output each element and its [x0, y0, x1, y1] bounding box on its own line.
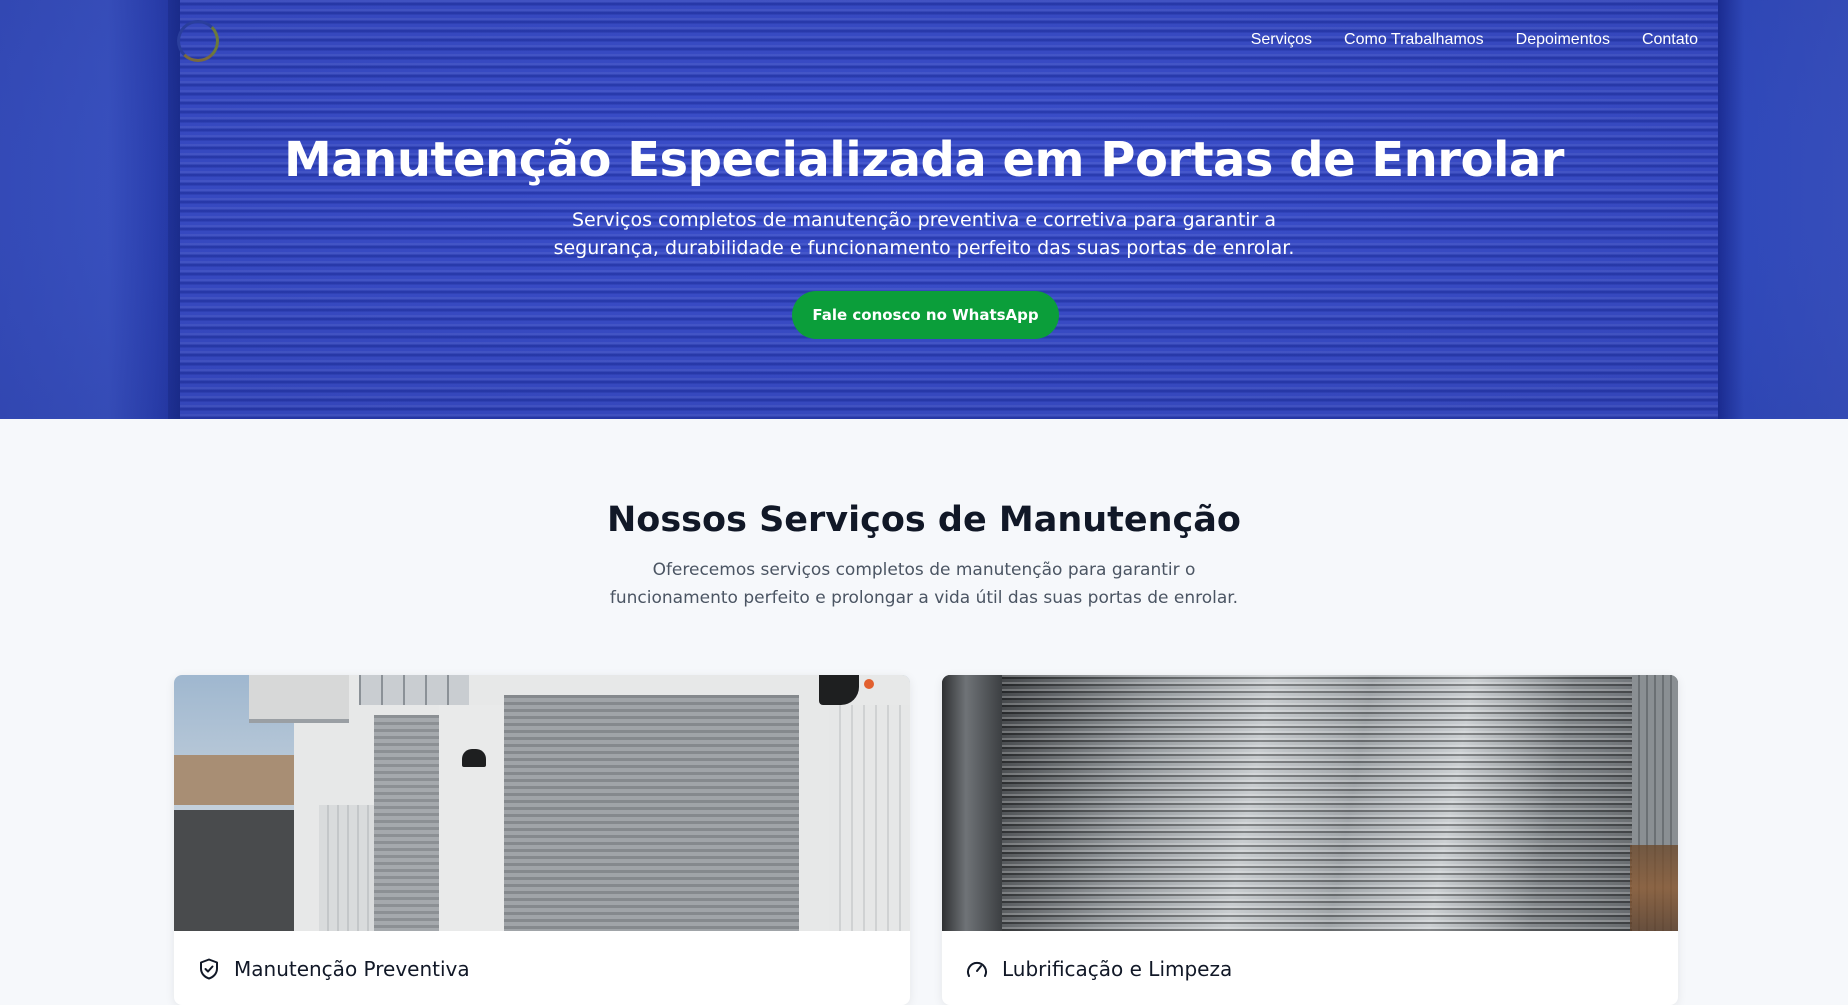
hero-section: Serviços Como Trabalhamos Depoimentos Co…: [0, 0, 1848, 419]
service-card-preventiva[interactable]: Manutenção Preventiva: [174, 675, 910, 1005]
photo-lamp: [462, 749, 486, 767]
service-card-image: [942, 675, 1678, 931]
photo-panel: [319, 805, 374, 931]
service-card-header: Lubrificação e Limpeza: [942, 931, 1678, 981]
photo-fence: [174, 810, 304, 931]
shield-check-icon: [198, 958, 220, 980]
photo-house: [174, 755, 299, 805]
photo-cladding: [829, 705, 910, 931]
nav-link-como-trabalhamos[interactable]: Como Trabalhamos: [1344, 31, 1484, 49]
service-card-lubrificacao[interactable]: Lubrificação e Limpeza: [942, 675, 1678, 1005]
photo-frame-left: [942, 675, 1002, 931]
whatsapp-cta-button[interactable]: Fale conosco no WhatsApp: [792, 291, 1059, 339]
logo-icon[interactable]: [177, 20, 219, 62]
services-title: Nossos Serviços de Manutenção: [607, 500, 1241, 540]
service-card-header: Manutenção Preventiva: [174, 931, 910, 981]
photo-warning-light: [864, 679, 874, 689]
nav-link-depoimentos[interactable]: Depoimentos: [1516, 31, 1610, 49]
photo-rust: [1630, 845, 1678, 931]
services-subtitle: Oferecemos serviços completos de manuten…: [609, 560, 1239, 608]
top-nav: Serviços Como Trabalhamos Depoimentos Co…: [1251, 31, 1698, 49]
service-card-image: [174, 675, 910, 931]
photo-door-small: [374, 715, 439, 931]
photo-door-large: [504, 695, 799, 931]
nav-link-contato[interactable]: Contato: [1642, 31, 1698, 49]
hero-title: Manutenção Especializada em Portas de En…: [284, 132, 1564, 188]
photo-pillar: [439, 705, 504, 931]
gauge-icon: [966, 958, 988, 980]
nav-link-servicos[interactable]: Serviços: [1251, 31, 1312, 49]
service-card-title: Lubrificação e Limpeza: [1002, 957, 1233, 981]
photo-shutter: [1002, 675, 1632, 931]
photo-roof: [249, 675, 349, 723]
hero-subtitle: Serviços completos de manutenção prevent…: [553, 209, 1295, 259]
photo-window-grid: [359, 675, 469, 705]
service-card-title: Manutenção Preventiva: [234, 957, 470, 981]
